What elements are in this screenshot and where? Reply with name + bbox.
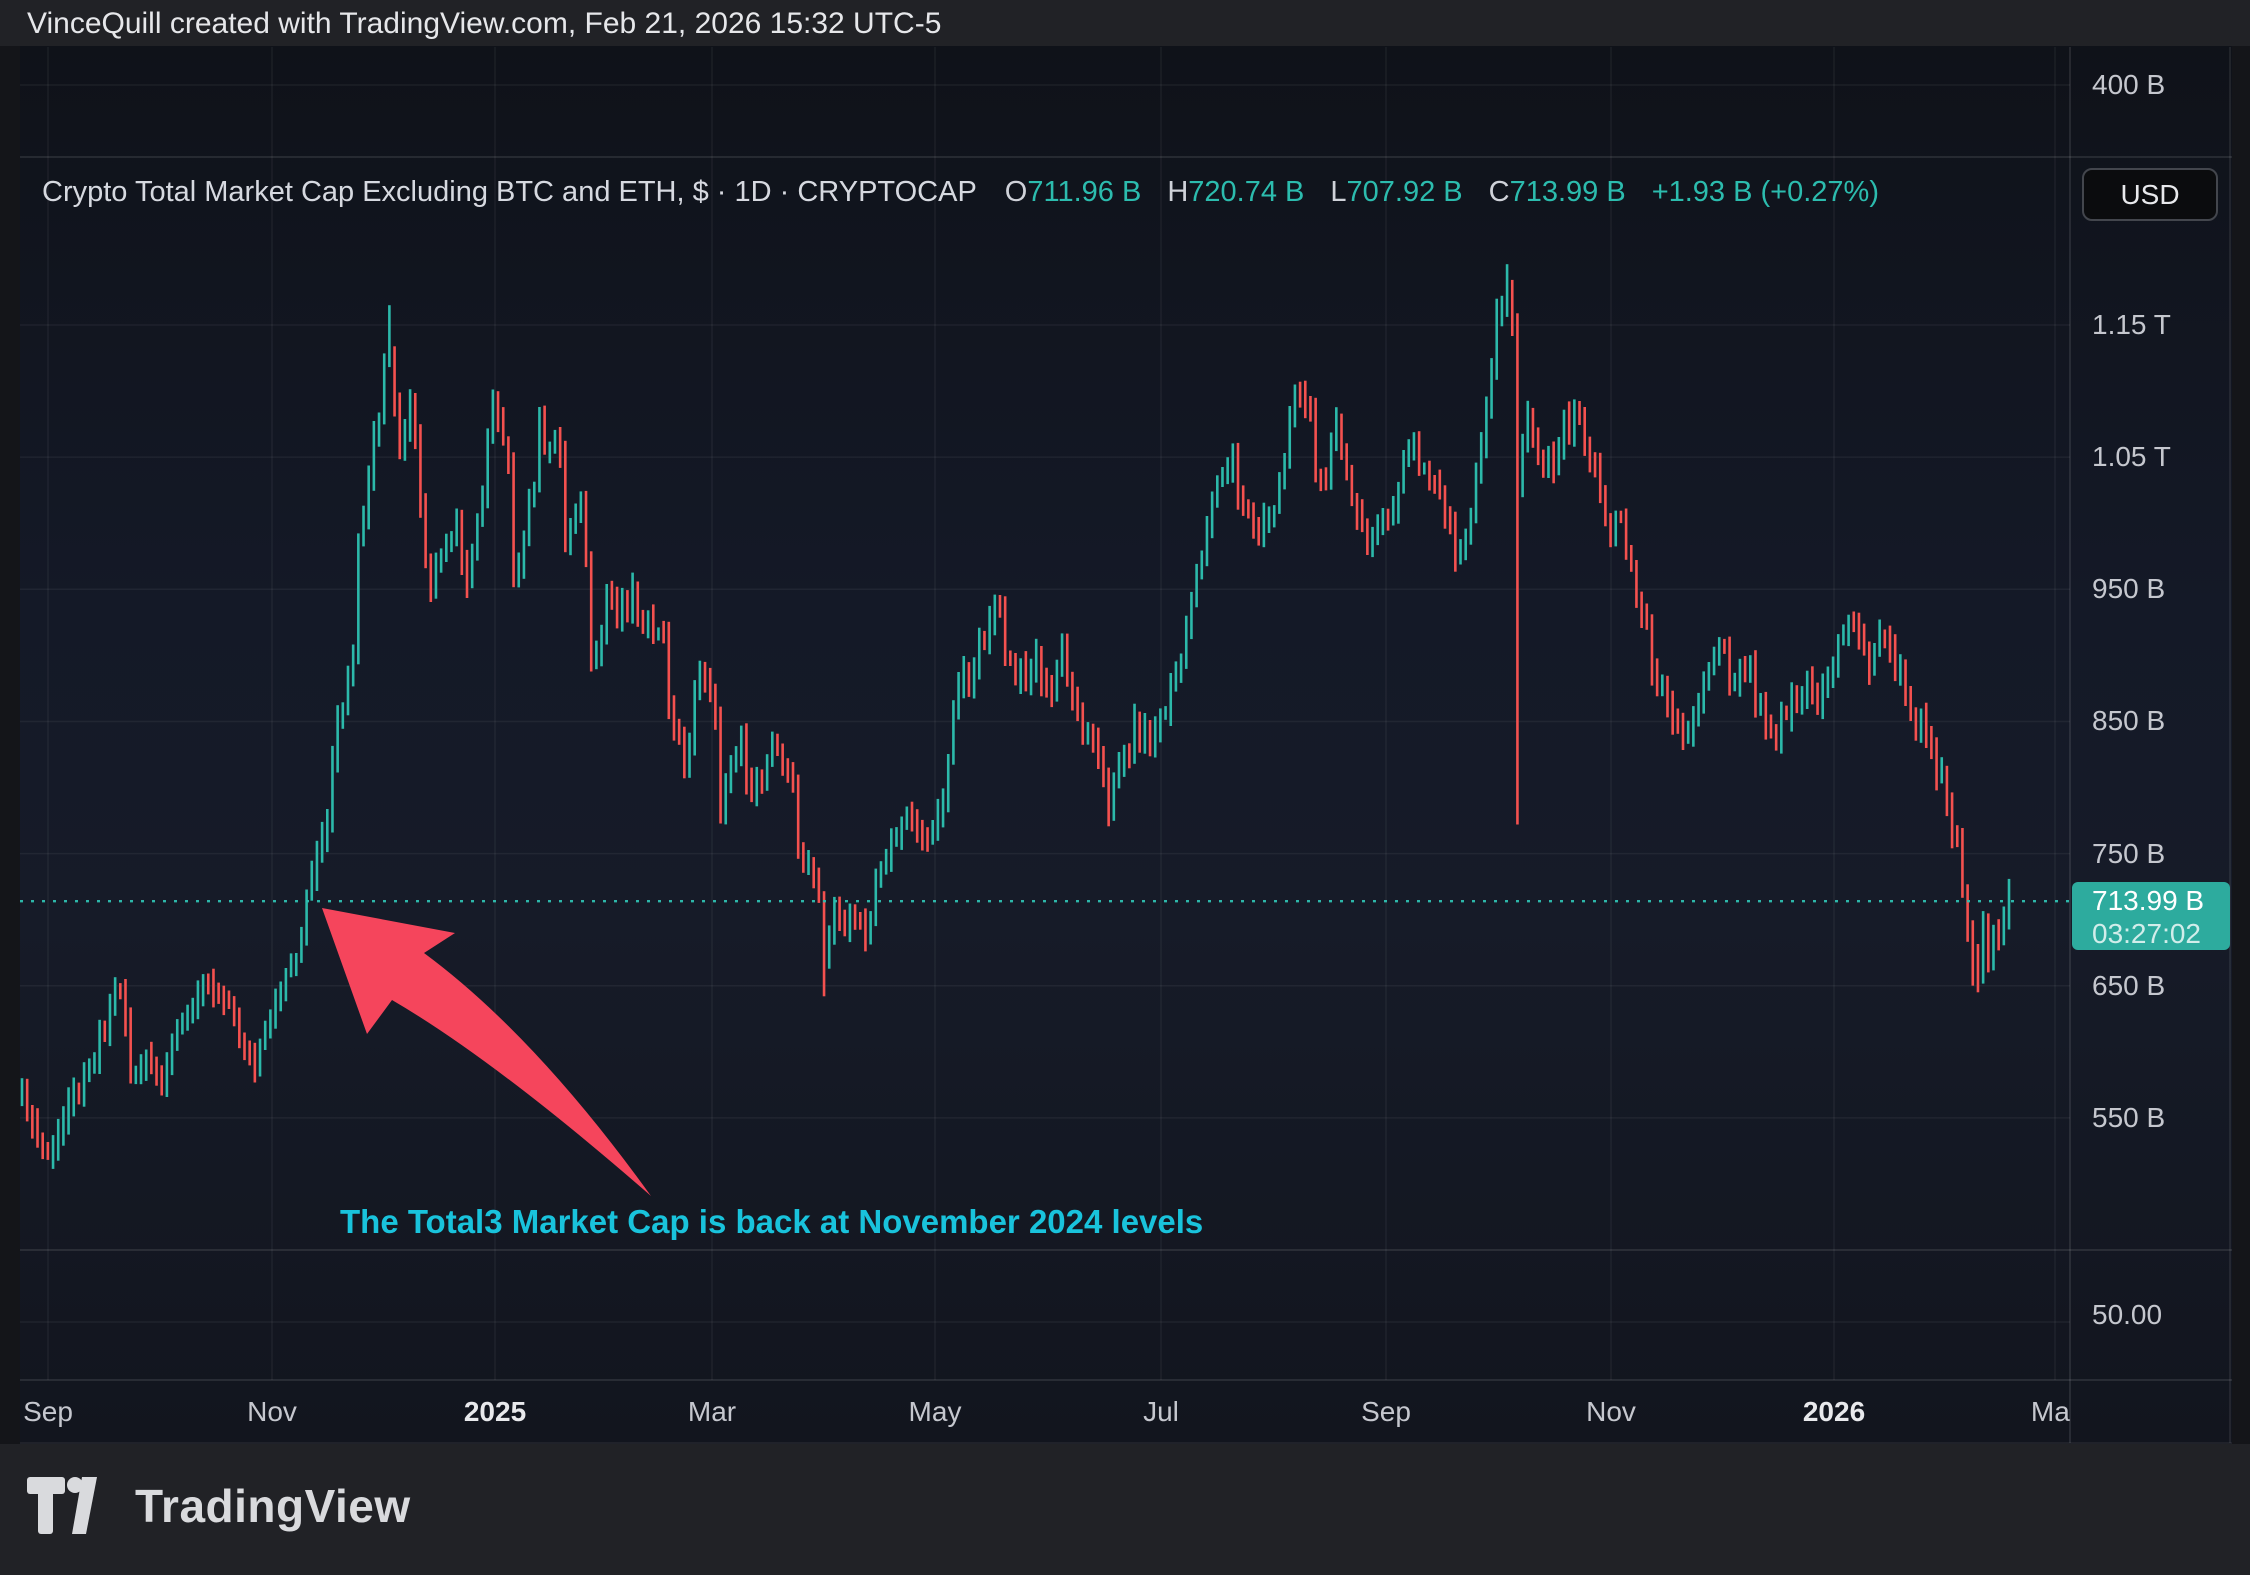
ohlc-pair: C713.99 B [1489,176,1626,209]
time-axis-label: Sep [1361,1396,1411,1428]
time-axis-label: Nov [247,1396,297,1428]
header-bar: VinceQuill created with TradingView.com,… [0,0,2250,46]
symbol-title[interactable]: Crypto Total Market Cap Excluding BTC an… [42,176,977,209]
price-axis-label: 950 B [2092,573,2165,605]
time-axis-label: Jul [1143,1396,1179,1428]
chart-canvas[interactable] [0,0,2250,1575]
time-axis-label: Nov [1586,1396,1636,1428]
bar-countdown: 03:27:02 [2092,918,2201,950]
price-axis-label: 850 B [2092,705,2165,737]
price-axis-label: 1.05 T [2092,441,2171,473]
price-axis-label: 1.15 T [2092,309,2171,341]
tradingview-snapshot: { "header": { "attribution": "VinceQuill… [0,0,2250,1575]
candlestick-series [21,264,2011,1169]
price-axis-label: 400 B [2092,69,2165,101]
ohlc-pair: H720.74 B [1167,176,1304,209]
price-axis-label: 750 B [2092,838,2165,870]
time-axis-label: 2025 [464,1396,526,1428]
time-axis-label: Mar [2031,1396,2070,1428]
arrow-drawing[interactable] [322,908,651,1196]
last-price-value: 713.99 B [2092,885,2204,917]
change-value: +1.93 B (+0.27%) [1652,176,1879,209]
ohlc-pair: L707.92 B [1330,176,1462,209]
price-axis-label: 650 B [2092,970,2165,1002]
price-axis[interactable]: 400 B 1.15 T 1.05 T 950 B 850 B 750 B 650 B 550… [2072,46,2230,1380]
currency-toggle-button[interactable]: USD [2082,168,2218,221]
ohlc-pair: O711.96 B [1005,176,1142,209]
ohlc-values: O711.96 B H720.74 B L707.92 B C713.99 B [1005,176,1652,209]
symbol-legend[interactable]: Crypto Total Market Cap Excluding BTC an… [42,176,1879,209]
time-axis-label: Mar [688,1396,736,1428]
tradingview-logo-icon [27,1477,97,1535]
annotation-text[interactable]: The Total3 Market Cap is back at Novembe… [340,1203,1203,1241]
price-axis-label: 50.00 [2092,1299,2162,1331]
last-price-label: 713.99 B 03:27:02 [2072,882,2230,950]
time-axis[interactable]: Sep Nov 2025 Mar May Jul Sep Nov 2026 Mar [20,1388,2070,1444]
time-axis-label: May [909,1396,962,1428]
time-axis-label: Sep [23,1396,73,1428]
tradingview-wordmark: TradingView [135,1479,411,1533]
price-axis-label: 550 B [2092,1102,2165,1134]
tradingview-logo[interactable]: TradingView [27,1477,411,1535]
attribution-text: VinceQuill created with TradingView.com,… [27,7,941,41]
time-axis-label: 2026 [1803,1396,1865,1428]
